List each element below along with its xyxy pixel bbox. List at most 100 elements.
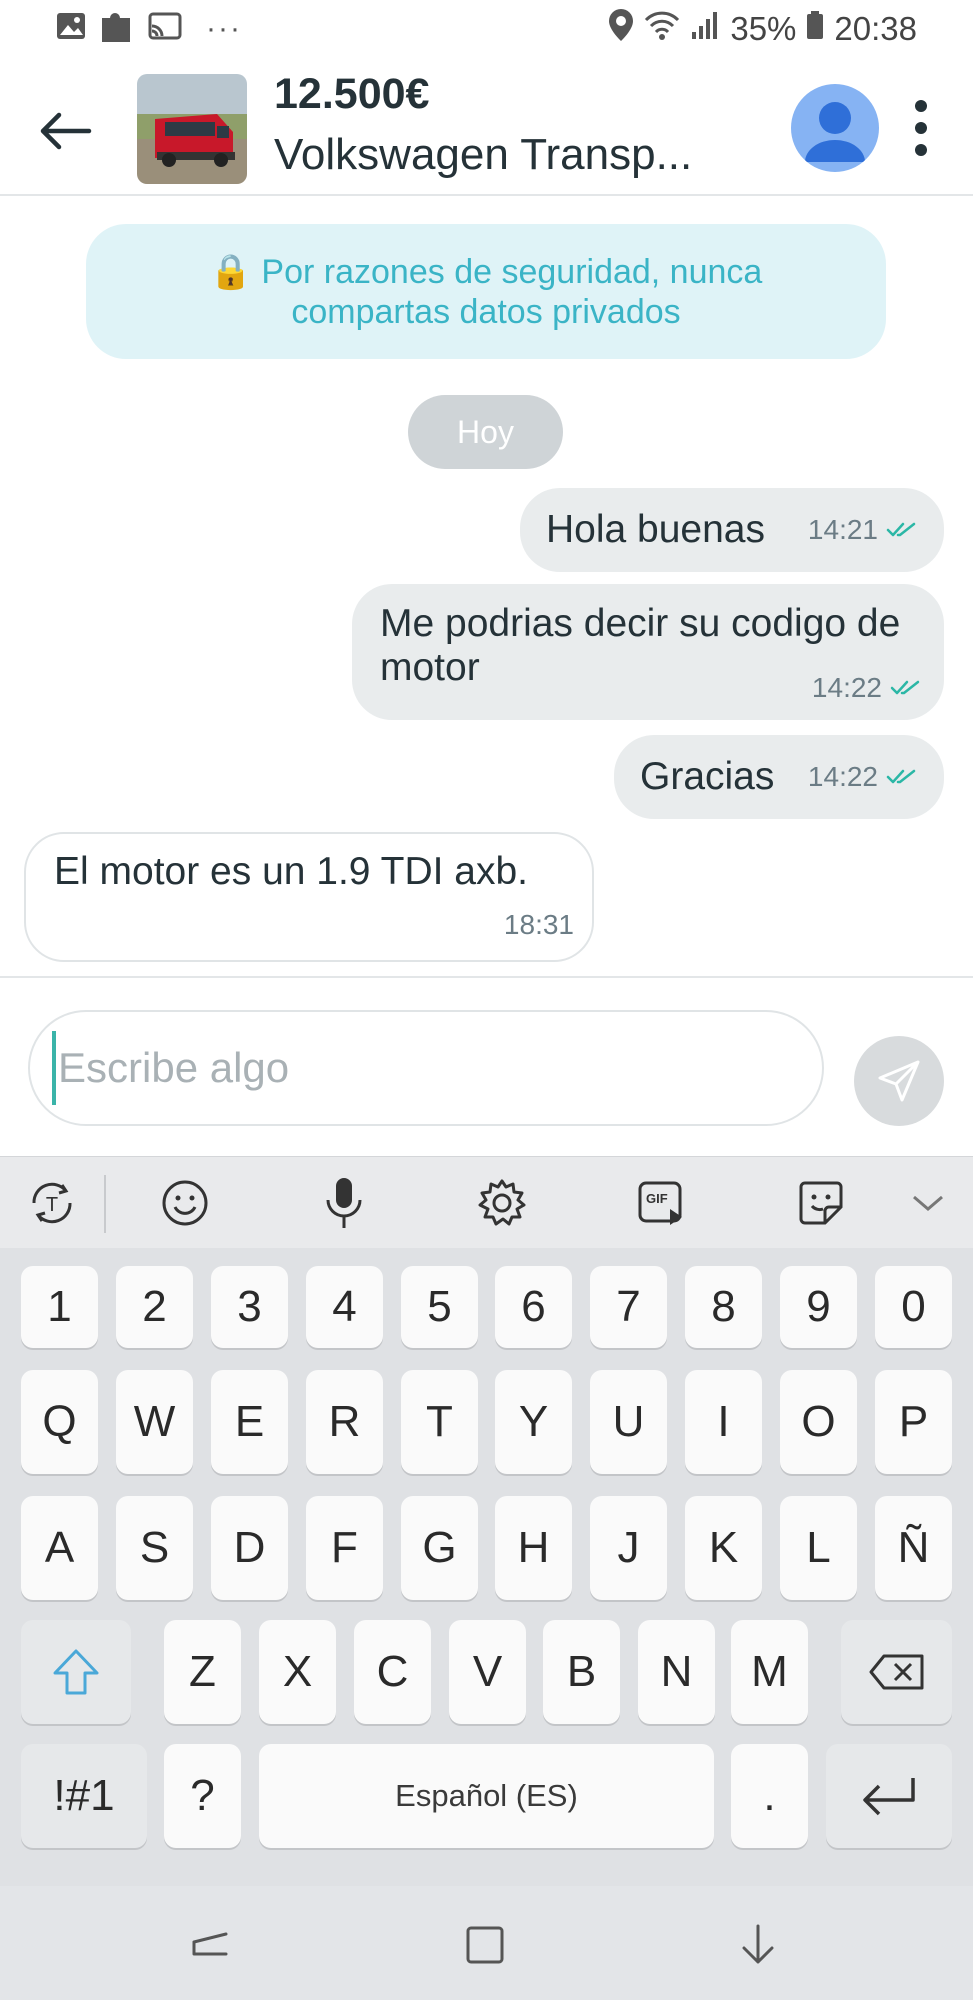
backspace-key[interactable] [841, 1620, 952, 1724]
back-nav-button[interactable] [730, 1916, 786, 1972]
key-w[interactable]: W [116, 1370, 193, 1474]
sticker-icon [799, 1181, 843, 1225]
symbols-key[interactable]: !#1 [21, 1744, 147, 1848]
key-e[interactable]: E [211, 1370, 288, 1474]
key-4[interactable]: 4 [306, 1266, 383, 1348]
key-6[interactable]: 6 [495, 1266, 572, 1348]
key-i[interactable]: I [685, 1370, 762, 1474]
translate-button[interactable]: T [24, 1175, 80, 1231]
backspace-icon [869, 1654, 923, 1690]
settings-icon [478, 1179, 526, 1226]
chat-area[interactable]: 🔒 Por razones de seguridad, nunca compar… [0, 196, 973, 976]
microphone-icon [326, 1178, 362, 1228]
key-7[interactable]: 7 [590, 1266, 667, 1348]
message-time: 18:31 [503, 909, 574, 940]
message-input[interactable]: Escribe algo [28, 1010, 824, 1126]
send-icon [878, 1060, 920, 1102]
key-b[interactable]: B [543, 1620, 620, 1724]
back-button[interactable] [30, 96, 100, 166]
listing-price[interactable]: 12.500€ [274, 70, 429, 119]
key-r[interactable]: R [306, 1370, 383, 1474]
key-9[interactable]: 9 [780, 1266, 857, 1348]
key-z[interactable]: Z [164, 1620, 241, 1724]
key-h[interactable]: H [495, 1496, 572, 1600]
toolbar-divider [104, 1175, 106, 1233]
key-1[interactable]: 1 [21, 1266, 98, 1348]
question-key[interactable]: ? [164, 1744, 241, 1848]
key-d[interactable]: D [211, 1496, 288, 1600]
send-button[interactable] [854, 1036, 944, 1126]
emoji-icon [162, 1180, 208, 1226]
shift-key[interactable] [21, 1620, 131, 1724]
double-check-icon [886, 769, 916, 784]
keyboard-settings-button[interactable] [474, 1175, 530, 1231]
home-button[interactable] [456, 1916, 512, 1972]
message-sent[interactable]: Gracias 14:22 [614, 735, 944, 819]
key-n[interactable]: N [638, 1620, 715, 1724]
key-p[interactable]: P [875, 1370, 952, 1474]
key-o[interactable]: O [780, 1370, 857, 1474]
space-bar[interactable]: Español (ES) [259, 1744, 714, 1848]
battery-icon [806, 10, 824, 48]
message-text: Gracias [640, 755, 775, 798]
chevron-down-icon [913, 1195, 943, 1211]
puzzle-notification-icon [100, 8, 134, 49]
key-j[interactable]: J [590, 1496, 667, 1600]
sticker-button[interactable] [793, 1175, 849, 1231]
key-n-tilde[interactable]: Ñ [875, 1496, 952, 1600]
key-u[interactable]: U [590, 1370, 667, 1474]
key-g[interactable]: G [401, 1496, 478, 1600]
person-icon [805, 102, 865, 162]
key-k[interactable]: K [685, 1496, 762, 1600]
key-q[interactable]: Q [21, 1370, 98, 1474]
message-sent[interactable]: Me podrias decir su codigo de motor 14:2… [352, 584, 944, 720]
clock: 20:38 [834, 10, 917, 47]
recents-icon [192, 1932, 228, 1956]
key-8[interactable]: 8 [685, 1266, 762, 1348]
shift-arrow-icon [53, 1649, 99, 1695]
listing-title[interactable]: Volkswagen Transp... [274, 130, 692, 180]
key-s[interactable]: S [116, 1496, 193, 1600]
key-v[interactable]: V [449, 1620, 526, 1724]
message-time: 14:22 [807, 761, 878, 792]
gif-button[interactable]: GIF [634, 1175, 690, 1231]
day-separator: Hoy [408, 395, 563, 469]
key-f[interactable]: F [306, 1496, 383, 1600]
message-text: Hola buenas [546, 508, 765, 551]
message-time: 14:21 [807, 514, 878, 545]
recent-apps-button[interactable] [182, 1916, 238, 1972]
key-t[interactable]: T [401, 1370, 478, 1474]
message-received[interactable]: El motor es un 1.9 TDI axb. 18:31 [24, 832, 594, 962]
key-0[interactable]: 0 [875, 1266, 952, 1348]
period-key[interactable]: . [731, 1744, 808, 1848]
battery-percent: 35% [730, 10, 797, 47]
emoji-button[interactable] [157, 1175, 213, 1231]
user-avatar[interactable] [791, 84, 879, 172]
voice-input-button[interactable] [316, 1175, 372, 1231]
more-options-button[interactable] [896, 88, 946, 168]
key-x[interactable]: X [259, 1620, 336, 1724]
key-5[interactable]: 5 [401, 1266, 478, 1348]
message-time: 14:22 [811, 672, 882, 703]
home-square-icon [466, 1926, 504, 1964]
key-a[interactable]: A [21, 1496, 98, 1600]
message-sent[interactable]: Hola buenas 14:21 [520, 488, 944, 572]
key-l[interactable]: L [780, 1496, 857, 1600]
system-nav-bar [0, 1886, 973, 2000]
security-notice-text: 🔒 Por razones de seguridad, nunca compar… [209, 252, 763, 331]
signal-icon [690, 10, 720, 48]
key-3[interactable]: 3 [211, 1266, 288, 1348]
collapse-keyboard-button[interactable] [900, 1175, 956, 1231]
key-2[interactable]: 2 [116, 1266, 193, 1348]
arrow-left-icon [40, 112, 92, 150]
listing-thumbnail[interactable] [137, 74, 247, 184]
key-c[interactable]: C [354, 1620, 431, 1724]
cast-icon [148, 12, 182, 45]
enter-key[interactable] [826, 1744, 952, 1848]
gallery-notification-icon [56, 12, 86, 45]
keyboard: 1 2 3 4 5 6 7 8 9 0 Q W E R T Y U I O P … [0, 1248, 973, 1886]
key-m[interactable]: M [731, 1620, 808, 1724]
enter-icon [863, 1778, 915, 1816]
svg-text:T: T [46, 1194, 58, 1216]
key-y[interactable]: Y [495, 1370, 572, 1474]
